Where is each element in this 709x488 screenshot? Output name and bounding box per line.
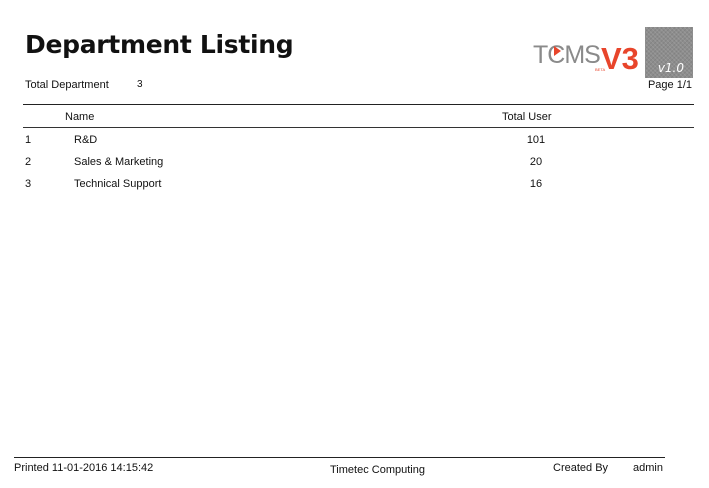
- table-row: 1 R&D 101: [0, 131, 709, 153]
- created-by-value: admin: [633, 462, 663, 474]
- footer-divider: [14, 457, 665, 458]
- row-number: 1: [25, 134, 32, 146]
- header-divider: [23, 104, 694, 105]
- version-text: v1.0: [657, 61, 684, 75]
- company-name: Timetec Computing: [330, 464, 425, 476]
- department-name: R&D: [74, 134, 98, 146]
- total-department-value: 3: [137, 79, 143, 90]
- report-title: Department Listing: [25, 30, 294, 59]
- page-number: Page 1/1: [647, 79, 692, 91]
- column-header-total-user: Total User: [502, 111, 552, 123]
- department-total-user: 20: [529, 156, 543, 168]
- column-header-name: Name: [65, 111, 95, 123]
- department-table: 1 R&D 101 2 Sales & Marketing 20 3 Techn…: [0, 131, 709, 197]
- row-number: 2: [25, 156, 32, 168]
- department-total-user: 101: [526, 134, 546, 146]
- column-header-divider: [23, 127, 694, 128]
- logo-text: TCMS: [533, 41, 600, 69]
- version-badge: v1.0: [645, 27, 693, 78]
- table-row: 3 Technical Support 16: [0, 175, 709, 197]
- tcms-logo: TCMS V3 BETA: [533, 41, 639, 74]
- logo-beta: BETA: [595, 67, 605, 72]
- printed-timestamp: Printed 11-01-2016 14:15:42: [14, 462, 154, 474]
- department-total-user: 16: [529, 178, 543, 190]
- logo-version-mark: V3: [601, 41, 639, 74]
- table-row: 2 Sales & Marketing 20: [0, 153, 709, 175]
- department-name: Technical Support: [74, 178, 162, 190]
- created-by-label: Created By: [553, 462, 609, 474]
- row-number: 3: [25, 178, 32, 190]
- department-name: Sales & Marketing: [74, 156, 164, 168]
- total-department-label: Total Department: [25, 79, 109, 91]
